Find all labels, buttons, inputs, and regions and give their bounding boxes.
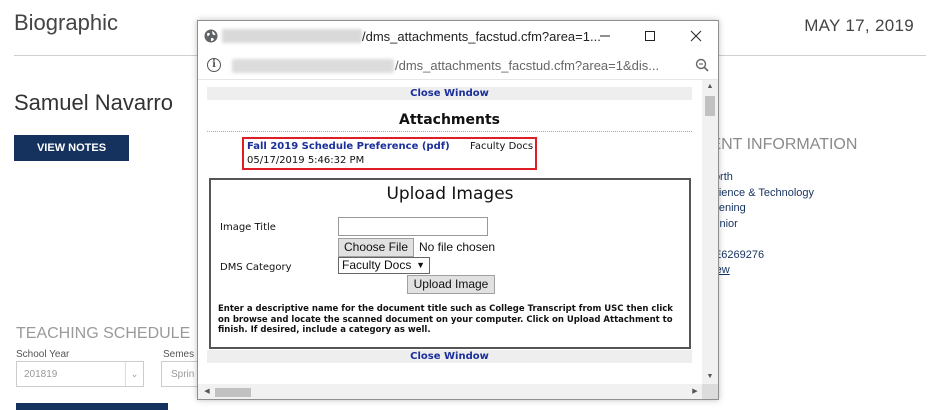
- highlighted-attachment: Fall 2019 Schedule Preference (pdf) Facu…: [242, 137, 537, 170]
- window-titlebar[interactable]: /dms_attachments_facstud.cfm?area=1...: [198, 21, 718, 52]
- vertical-scrollbar[interactable]: ▲ ▼: [702, 80, 718, 384]
- student-info-id: NE6269276: [706, 248, 765, 261]
- upload-instructions: Enter a descriptive name for the documen…: [218, 304, 673, 335]
- dropdown-arrow-icon: ▼: [416, 260, 425, 270]
- image-title-input[interactable]: [338, 217, 488, 236]
- student-info-campus: North: [706, 171, 733, 183]
- dms-category-label: DMS Category: [220, 262, 292, 273]
- choose-file-button[interactable]: Choose File: [338, 238, 414, 257]
- semester-label: Semes: [163, 349, 195, 360]
- current-date: MAY 17, 2019: [804, 16, 914, 35]
- school-year-label: School Year: [16, 349, 70, 360]
- upload-images-heading: Upload Images: [386, 184, 514, 204]
- upload-image-button[interactable]: Upload Image: [407, 275, 495, 294]
- close-window-link-top[interactable]: Close Window: [207, 87, 692, 100]
- close-icon: [690, 30, 702, 42]
- close-window-button[interactable]: [681, 25, 711, 47]
- info-icon[interactable]: i: [207, 58, 221, 72]
- view-notes-button[interactable]: VIEW NOTES: [14, 135, 129, 161]
- maximize-button[interactable]: [635, 25, 665, 47]
- scroll-left-arrow-icon[interactable]: ◀: [200, 384, 214, 399]
- close-window-link-bottom[interactable]: Close Window: [207, 350, 692, 363]
- minimize-icon: [600, 35, 610, 37]
- person-name: Samuel Navarro: [14, 90, 173, 115]
- no-file-chosen-text: No file chosen: [419, 240, 496, 254]
- popup-content: Close Window Attachments Fall 2019 Sched…: [198, 80, 718, 384]
- attachment-link[interactable]: Fall 2019 Schedule Preference (pdf): [247, 141, 450, 152]
- globe-icon: [204, 29, 218, 43]
- attachment-timestamp: 05/17/2019 5:46:32 PM: [247, 155, 365, 166]
- student-info-list: North Science & Technology Evening Senio…: [706, 170, 814, 279]
- vertical-scroll-thumb[interactable]: [705, 96, 715, 116]
- attachments-popup-window: /dms_attachments_facstud.cfm?area=1... i…: [197, 20, 719, 400]
- schedule-action-button[interactable]: [16, 403, 168, 410]
- maximize-icon: [645, 31, 655, 41]
- page-title: Biographic: [14, 10, 118, 35]
- student-info-spacer: [706, 232, 814, 248]
- student-info-college: Science & Technology: [706, 186, 815, 199]
- chevron-down-icon: ⌄: [125, 362, 143, 386]
- redacted-domain: [222, 29, 362, 43]
- scroll-down-arrow-icon[interactable]: ▼: [702, 370, 718, 384]
- address-bar[interactable]: i /dms_attachments_facstud.cfm?area=1&di…: [198, 52, 718, 80]
- student-information-heading: IENT INFORMATION: [706, 136, 858, 153]
- scroll-right-arrow-icon[interactable]: ▶: [688, 384, 702, 399]
- horizontal-scrollbar[interactable]: ◀ ▶: [198, 384, 702, 399]
- attachments-heading: Attachments: [398, 112, 500, 128]
- school-year-value: 201819: [24, 369, 58, 380]
- semester-value: Sprin: [171, 369, 195, 380]
- redacted-address-domain: [232, 59, 394, 73]
- address-url[interactable]: /dms_attachments_facstud.cfm?area=1&dis.…: [395, 58, 659, 73]
- dms-category-value: Faculty Docs: [342, 258, 412, 272]
- teaching-schedule-heading: TEACHING SCHEDULE: [16, 325, 191, 342]
- dms-category-select[interactable]: Faculty Docs ▼: [338, 257, 430, 274]
- student-info-view-link[interactable]: View: [706, 263, 814, 279]
- upload-images-panel: Upload Images Image Title Choose File No…: [209, 178, 691, 349]
- window-title-url: /dms_attachments_facstud.cfm?area=1...: [362, 29, 601, 44]
- school-year-select[interactable]: 201819 ⌄: [16, 361, 144, 387]
- horizontal-scroll-thumb[interactable]: [215, 388, 251, 397]
- zoom-icon[interactable]: [695, 58, 709, 72]
- image-title-label: Image Title: [220, 222, 276, 233]
- attachment-category: Faculty Docs: [470, 141, 534, 152]
- scrollbar-corner: [702, 384, 718, 399]
- attachments-divider: [207, 131, 692, 132]
- student-info-class: Senior: [706, 217, 738, 230]
- minimize-button[interactable]: [590, 25, 620, 47]
- student-info-session: Evening: [706, 202, 746, 214]
- scroll-up-arrow-icon[interactable]: ▲: [702, 80, 718, 94]
